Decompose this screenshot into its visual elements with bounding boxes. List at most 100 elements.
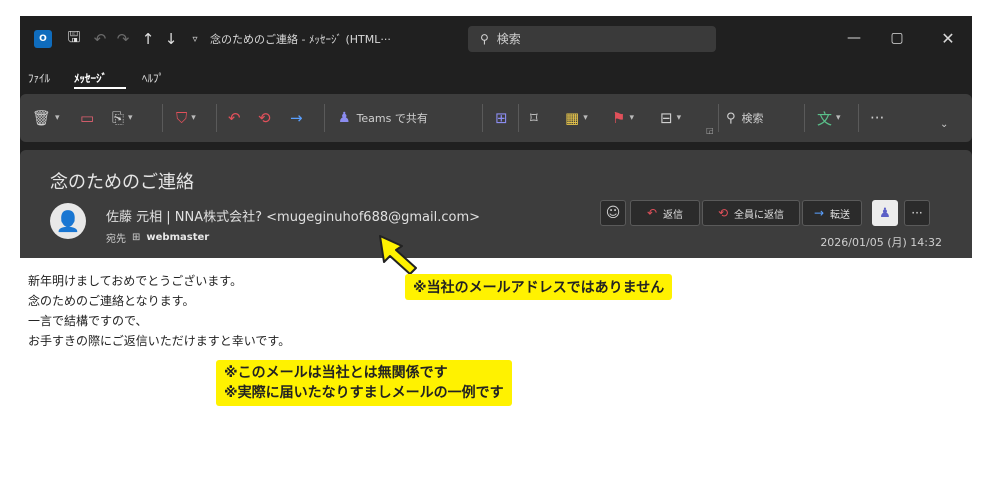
reply-all-button[interactable]: ⟲ 全員に返信 xyxy=(702,200,800,226)
comment-button[interactable]: ⌑ xyxy=(530,106,538,130)
reply-all-label: 全員に返信 xyxy=(734,209,785,221)
search-icon: ⚲ xyxy=(726,110,736,126)
share-to-teams-button[interactable]: ♟ Teams で共有 xyxy=(338,106,428,130)
trash-icon: 🗑 xyxy=(32,109,52,127)
forward-label: 転送 xyxy=(830,209,851,221)
minimize-icon[interactable]: — xyxy=(834,24,874,52)
ribbon-search-label: 検索 xyxy=(741,112,764,125)
archive-icon: ▭ xyxy=(80,109,95,127)
recipient-label: 宛先 xyxy=(106,234,126,245)
person-icon: 👤 xyxy=(55,209,81,233)
smiley-icon: ☺ xyxy=(605,205,621,221)
save-icon[interactable]: 🖫 xyxy=(66,28,82,50)
reply-icon: ↶ xyxy=(228,109,241,127)
sort-icon: ⊟ xyxy=(660,109,673,127)
pointer-arrow-icon xyxy=(379,235,417,275)
chevron-down-icon: ▾ xyxy=(55,113,60,123)
chevron-down-icon: ▾ xyxy=(629,113,634,123)
annotation-line: ※実際に届いたなりすましメールの一例です xyxy=(224,385,504,401)
more-icon[interactable]: ··· xyxy=(870,106,884,130)
annotation-not-our-address: ※当社のメールアドレスではありません xyxy=(405,274,673,300)
apps-icon: ⊞ xyxy=(495,109,508,127)
tab-message[interactable]: ﾒｯｾｰｼﾞ xyxy=(74,70,107,86)
down-arrow-icon[interactable]: ↓ xyxy=(163,28,179,50)
tab-file[interactable]: ﾌｧｲﾙ xyxy=(28,70,50,86)
redo-icon[interactable]: ↷ xyxy=(115,28,131,50)
reply-all-icon: ⟲ xyxy=(717,206,729,220)
translate-button[interactable]: 文 ▾ xyxy=(817,106,841,130)
reply-all-ribbon-button[interactable]: ⟲ xyxy=(258,106,271,130)
avatar[interactable]: 👤 xyxy=(50,203,86,239)
move-icon: ⎘ xyxy=(112,109,125,127)
archive-button[interactable]: ▭ xyxy=(80,106,94,130)
body-line: お手すきの際にご返信いただけますと幸いです。 xyxy=(28,334,291,348)
group-icon: ⊞ xyxy=(132,232,141,243)
forward-ribbon-button[interactable]: → xyxy=(290,106,303,130)
chevron-down-icon: ▾ xyxy=(676,113,682,123)
chevron-down-icon: ▾ xyxy=(836,113,841,123)
translate-icon: 文 xyxy=(817,109,833,128)
emoji-reaction-button[interactable]: ☺ xyxy=(600,200,626,226)
flag-button[interactable]: ⚑ ▾ xyxy=(612,106,634,130)
active-tab-indicator xyxy=(74,87,126,89)
sort-button[interactable]: ⊟ ▾ xyxy=(660,106,681,130)
teams-chat-button[interactable]: ♟ xyxy=(872,200,898,226)
body-line: 念のためのご連絡となります。 xyxy=(28,294,195,308)
ribbon-toolbar: 🗑 ▾ ▭ ⎘ ▾ ⛉ ▾ ↶ ⟲ → ♟ Teams で共有 ⊞ ⌑ ▦ ▾ ⚑ ▾ ⊟ ▾… xyxy=(20,94,972,142)
up-arrow-icon[interactable]: ↑ xyxy=(140,28,156,50)
forward-button[interactable]: → 転送 xyxy=(802,200,862,226)
share-to-teams-label: Teams で共有 xyxy=(356,112,428,125)
reply-icon: ↶ xyxy=(646,206,658,220)
ribbon-divider xyxy=(162,104,163,132)
ribbon-divider xyxy=(482,104,483,132)
sender-line[interactable]: 佐藤 元相 | NNA株式会社? <mugeginuhof688@gmail.c… xyxy=(106,206,480,225)
message-header: 念のためのご連絡 👤 佐藤 元相 | NNA株式会社? <mugeginuhof… xyxy=(20,150,972,258)
ribbon-divider xyxy=(324,104,325,132)
outlook-message-window: O 🖫 ↶ ↷ ↑ ↓ ▿ 念のためのご連絡 - ﾒｯｾｰｼﾞ (HTML···… xyxy=(20,16,972,500)
chevron-down-icon: ▾ xyxy=(583,113,588,123)
message-subject: 念のためのご連絡 xyxy=(50,172,194,193)
quick-access-icon[interactable]: ▿ xyxy=(188,28,202,50)
move-button[interactable]: ⎘ ▾ xyxy=(112,106,133,130)
ribbon-divider xyxy=(718,104,719,132)
reply-ribbon-button[interactable]: ↶ xyxy=(228,106,241,130)
teams-icon: ♟ xyxy=(338,110,351,126)
undo-icon[interactable]: ↶ xyxy=(92,28,108,50)
recipient-row: 宛先 ⊞ webmaster xyxy=(106,230,209,245)
annotation-unrelated: ※このメールは当社とは無関係です ※実際に届いたなりすましメールの一例です xyxy=(216,360,512,406)
search-input[interactable] xyxy=(496,32,697,46)
apps-button[interactable]: ⊞ xyxy=(495,106,508,130)
window-title: 念のためのご連絡 - ﾒｯｾｰｼﾞ (HTML··· xyxy=(210,33,391,46)
report-icon: ⛉ xyxy=(176,109,188,127)
reply-label: 返信 xyxy=(663,209,684,221)
categorize-icon: ▦ xyxy=(565,109,580,127)
body-line: 新年明けましておめでとうございます。 xyxy=(28,274,243,288)
more-actions-button[interactable]: ··· xyxy=(904,200,930,226)
maximize-icon[interactable]: ▢ xyxy=(877,24,917,52)
menu-bar: ﾌｧｲﾙ ﾒｯｾｰｼﾞ ﾍﾙﾌﾟ xyxy=(20,66,972,90)
message-timestamp: 2026/01/05 (月) 14:32 xyxy=(820,236,942,249)
recipient-name[interactable]: webmaster xyxy=(146,232,209,243)
categorize-button[interactable]: ▦ ▾ xyxy=(565,106,588,130)
ribbon-divider xyxy=(804,104,805,132)
tab-help[interactable]: ﾍﾙﾌﾟ xyxy=(142,70,164,86)
forward-icon: → xyxy=(290,109,303,127)
body-line: 一言で結構ですので、 xyxy=(28,314,148,328)
reply-button[interactable]: ↶ 返信 xyxy=(630,200,700,226)
ribbon-divider xyxy=(858,104,859,132)
ribbon-group-expand-icon[interactable]: ◲ xyxy=(706,118,714,142)
comment-icon: ⌑ xyxy=(530,109,538,127)
title-bar: O 🖫 ↶ ↷ ↑ ↓ ▿ 念のためのご連絡 - ﾒｯｾｰｼﾞ (HTML···… xyxy=(20,16,972,62)
outlook-app-icon[interactable]: O xyxy=(34,30,52,48)
chevron-down-icon: ▾ xyxy=(128,113,133,123)
ribbon-divider xyxy=(216,104,217,132)
flag-icon: ⚑ xyxy=(612,109,626,127)
close-icon[interactable]: ✕ xyxy=(928,24,968,52)
forward-icon: → xyxy=(813,206,825,220)
chevron-down-icon[interactable]: ⌄ xyxy=(940,112,948,136)
ribbon-divider xyxy=(518,104,519,132)
report-button[interactable]: ⛉ ▾ xyxy=(176,106,196,130)
delete-button[interactable]: 🗑 ▾ xyxy=(32,106,60,130)
title-search-box[interactable]: ⚲ xyxy=(468,26,716,52)
ribbon-search-button[interactable]: ⚲ 検索 xyxy=(726,106,764,130)
